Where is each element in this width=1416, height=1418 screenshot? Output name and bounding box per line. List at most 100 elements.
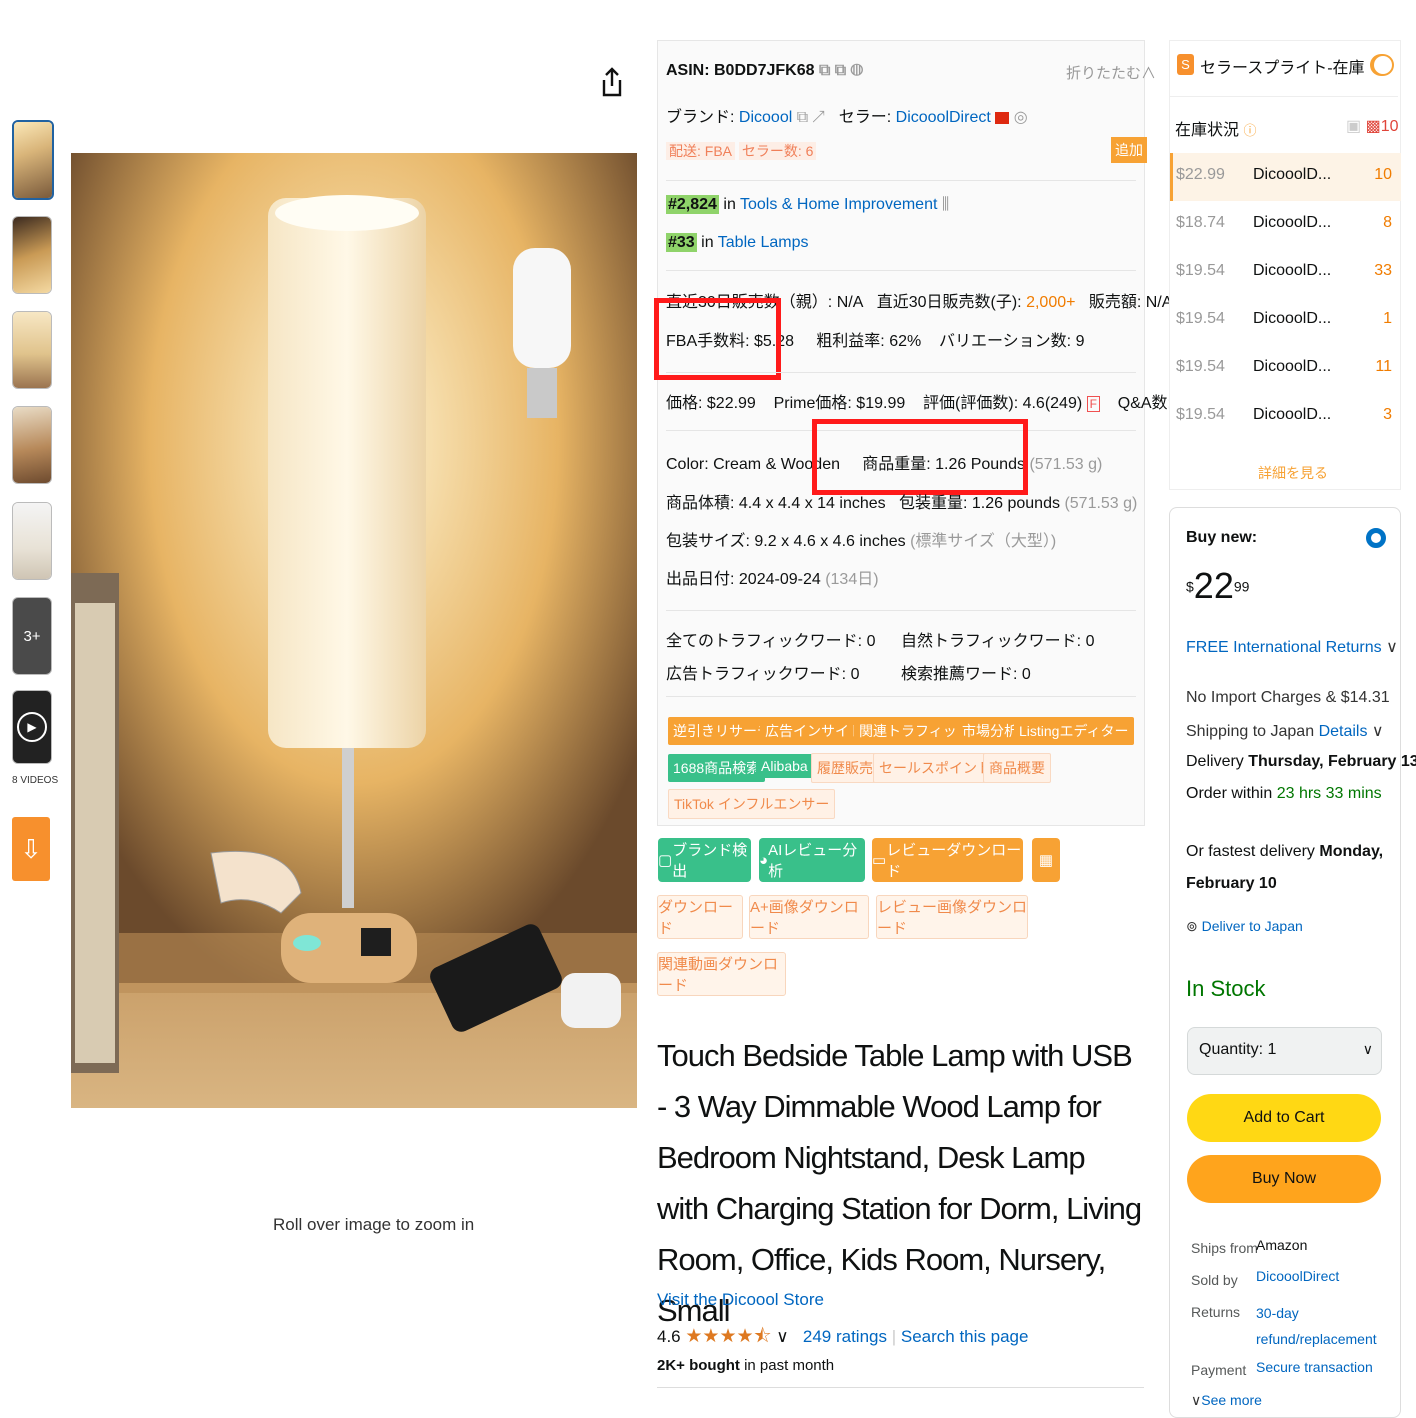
returns-link[interactable]: 30-day refund/replacement — [1256, 1300, 1377, 1352]
inventory-seller: DicooolD... — [1253, 262, 1332, 279]
tag-listing-editor[interactable]: Listingエディター — [1014, 717, 1134, 745]
calculator-button[interactable]: ▦ — [1032, 838, 1060, 882]
inventory-toggle[interactable] — [1370, 54, 1394, 76]
inventory-price: $19.54 — [1176, 406, 1225, 423]
payment-link[interactable]: Secure transaction — [1256, 1359, 1373, 1375]
inventory-price: $19.54 — [1176, 358, 1225, 375]
search-page-link[interactable]: Search this page — [901, 1327, 1029, 1346]
inventory-row-content[interactable]: $19.54 DicooolD... 11 — [1176, 358, 1394, 382]
tag-selling-points[interactable]: セールスポイント — [873, 753, 997, 783]
details-link[interactable]: Details — [1319, 723, 1368, 740]
listed-row: 出品日付: 2024-09-24 (134日) — [666, 571, 879, 588]
shipping-line: Shipping to Japan Details ∨ — [1186, 723, 1384, 740]
download-cloud-icon[interactable]: ⇩ — [12, 817, 50, 881]
chevron-down-icon[interactable]: ∨ — [776, 1327, 788, 1346]
add-button[interactable]: 追加 — [1111, 137, 1147, 163]
in-stock: In Stock — [1186, 976, 1266, 1001]
help-icon[interactable]: ⓘ — [1243, 123, 1256, 138]
bought-count: 2K+ bought in past month — [657, 1357, 835, 1374]
inventory-qty: 33 — [1374, 262, 1392, 279]
thumbnail-more[interactable]: 3+ — [12, 597, 52, 675]
zoom-hint: Roll over image to zoom in — [273, 1215, 475, 1234]
keywords-all: 全てのトラフィックワード: 0 — [666, 633, 876, 650]
sold-by-link[interactable]: DicooolDirect — [1256, 1268, 1339, 1284]
buy-now-button[interactable]: Buy Now — [1187, 1155, 1381, 1203]
rank-row-2: #33 in Table Lamps — [666, 233, 809, 252]
free-returns-link[interactable]: FREE International Returns ∨ — [1186, 637, 1398, 657]
thumbnail-video[interactable]: ▶ — [12, 690, 52, 764]
share-icon[interactable] — [600, 66, 624, 98]
ai-review-button[interactable]: ◕ AIレビュー分析 — [759, 838, 865, 882]
order-within: Order within 23 hrs 33 mins — [1186, 785, 1382, 802]
price-row: 価格: $22.99 Prime価格: $19.99 評価(評価数): 4.6(… — [666, 395, 1188, 412]
dimensions-row: 商品体積: 4.4 x 4.4 x 14 inches 包装重量: 1.26 p… — [666, 495, 1138, 512]
product-main-image[interactable] — [71, 153, 637, 1108]
review-image-download-button[interactable]: レビュー画像ダウンロード — [876, 895, 1028, 939]
tag-tiktok[interactable]: TikTok インフルエンサー — [668, 789, 836, 819]
review-download-button[interactable]: ▭ レビューダウンロード — [872, 838, 1023, 882]
asin: ASIN: B0DD7JFK68 ⧉ ⧉ ◍ — [666, 62, 864, 79]
inventory-row-content[interactable]: $19.54 DicooolD... 1 — [1176, 310, 1394, 334]
star-rating-icon[interactable]: ★★★★⯪ — [685, 1326, 771, 1347]
deliver-to-link[interactable]: ⊚ Deliver to Japan — [1186, 918, 1303, 935]
inventory-more-link[interactable]: 詳細を見る — [1258, 463, 1328, 483]
location-icon: ◎ — [1013, 109, 1028, 126]
inventory-qty: 3 — [1383, 406, 1392, 423]
copy-icon[interactable]: ⧉ ⧉ ◍ — [819, 62, 863, 79]
seller-link[interactable]: DicooolDirect — [896, 109, 991, 126]
rating-grade-badge: F — [1086, 396, 1100, 412]
thumbnail-3[interactable] — [12, 311, 52, 389]
brand-row: ブランド: Dicoool ⧉ ↗ セラー: DicooolDirect ◎ — [666, 109, 1028, 126]
play-icon: ▶ — [17, 712, 47, 742]
add-to-cart-button[interactable]: Add to Cart — [1187, 1094, 1381, 1142]
category-link[interactable]: Tools & Home Improvement — [740, 196, 937, 213]
radio-selected-icon[interactable] — [1366, 528, 1386, 548]
thumbnail-1[interactable] — [12, 120, 54, 200]
tag-sales-history[interactable]: 履歴販売 — [811, 753, 879, 783]
inventory-seller: DicooolD... — [1253, 310, 1332, 327]
ratings-link[interactable]: 249 ratings — [803, 1327, 887, 1346]
download-button[interactable]: ダウンロード — [657, 895, 743, 939]
highlight-fba-fee — [654, 298, 781, 380]
brand-link[interactable]: Dicoool — [739, 109, 792, 126]
sold-by-label: Sold by — [1191, 1272, 1238, 1288]
aplus-download-button[interactable]: A+画像ダウンロード — [749, 895, 869, 939]
category-link[interactable]: Table Lamps — [718, 234, 809, 251]
china-flag-icon — [995, 111, 1010, 124]
see-more-link[interactable]: ∨See more — [1191, 1392, 1262, 1409]
inventory-row-content[interactable]: $22.99 DicooolD... 10 — [1176, 166, 1394, 190]
inventory-seller: DicooolD... — [1253, 166, 1332, 183]
inventory-row-content[interactable]: $19.54 DicooolD... 3 — [1176, 406, 1394, 430]
package-size-row: 包装サイズ: 9.2 x 4.6 x 4.6 inches (標準サイズ（大型）… — [666, 533, 1057, 550]
delivery-line: Delivery Thursday, February 13. — [1186, 753, 1416, 770]
keywords-natural: 自然トラフィックワード: 0 — [901, 633, 1095, 650]
inventory-qty: 8 — [1383, 214, 1392, 231]
thumbnail-2[interactable] — [12, 216, 52, 294]
pie-icon: ◕ — [759, 851, 769, 869]
inventory-row-content[interactable]: $18.74 DicooolD... 8 — [1176, 214, 1394, 238]
inventory-qty: 11 — [1375, 358, 1392, 375]
more-images-label: 3+ — [23, 627, 41, 645]
returns-label: Returns — [1191, 1304, 1241, 1320]
tag-alibaba[interactable]: Alibaba — [756, 754, 813, 778]
tag-ad-insight[interactable]: 広告インサイト — [760, 717, 868, 745]
inventory-row-content[interactable]: $19.54 DicooolD... 33 — [1176, 262, 1394, 286]
videos-label: 8 VIDEOS — [12, 775, 59, 786]
tag-1688-search[interactable]: 1688商品検索 — [668, 754, 766, 782]
inventory-title: セラースプライト-在庫 — [1200, 60, 1365, 77]
brand-detect-button[interactable]: ▢ ブランド検出 — [658, 838, 751, 882]
stock-total: ▣ ▩10 — [1346, 118, 1399, 135]
inventory-price: $18.74 — [1176, 214, 1225, 231]
bar-chart-icon[interactable]: ⫼ — [942, 196, 949, 213]
quantity-select[interactable]: Quantity: 1 ∨ — [1187, 1027, 1382, 1075]
thumbnail-5[interactable] — [12, 502, 52, 580]
chevron-down-icon: ∨ — [1362, 1041, 1373, 1057]
thumbnail-4[interactable] — [12, 406, 52, 484]
collapse-button[interactable]: 折りたたむ∧ — [1066, 62, 1156, 83]
store-link[interactable]: Visit the Dicoool Store — [657, 1290, 824, 1310]
copy-icon[interactable]: ⧉ ↗ — [797, 109, 826, 126]
video-download-button[interactable]: 関連動画ダウンロード — [657, 952, 786, 996]
import-charges: No Import Charges & $14.31 — [1186, 689, 1390, 706]
ships-from-label: Ships from — [1191, 1240, 1258, 1256]
tag-product-overview[interactable]: 商品概要 — [983, 753, 1051, 783]
